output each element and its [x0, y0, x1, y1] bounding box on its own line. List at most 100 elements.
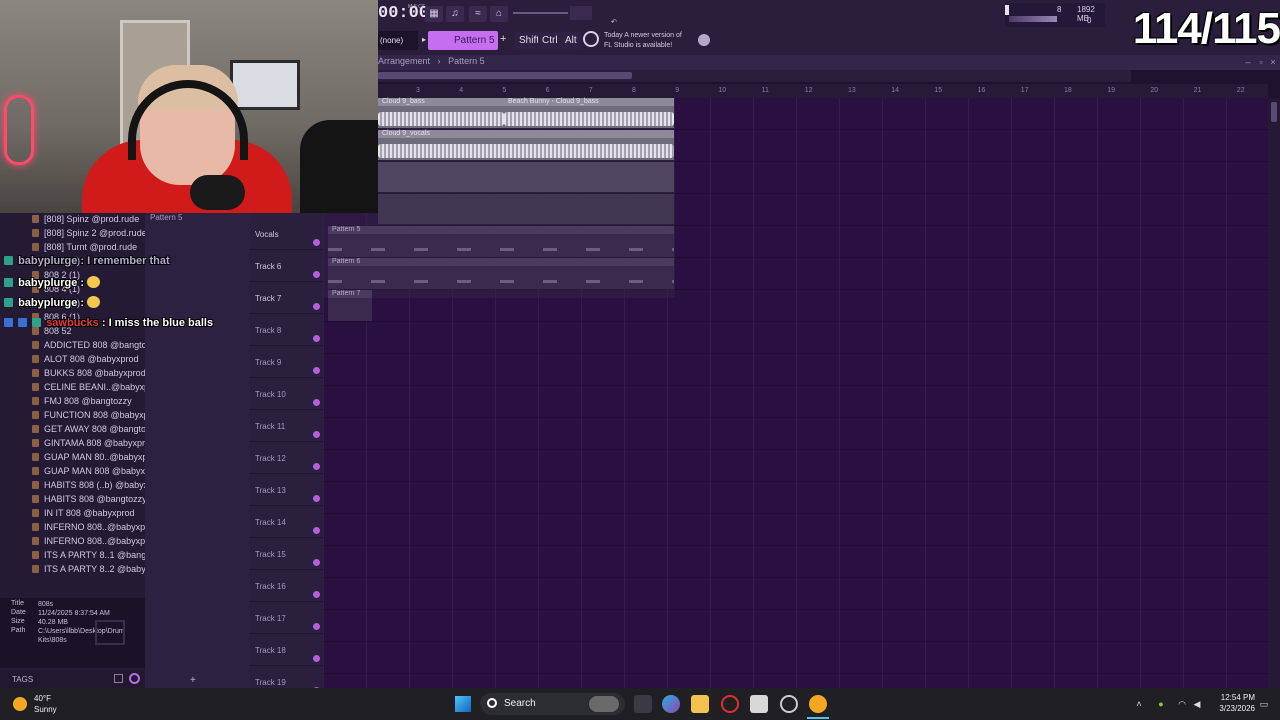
step-sequencer-icon[interactable]: ♫ — [446, 6, 464, 22]
browser-item[interactable]: GUAP MAN 808 @babyxprod — [32, 466, 163, 480]
browser-item[interactable]: GINTAMA 808 @babyxprod — [32, 438, 155, 452]
news-icon[interactable] — [583, 31, 599, 47]
browser-item[interactable]: HABITS 808 @bangtozzy — [32, 494, 147, 508]
master-volume-slider[interactable] — [513, 12, 568, 14]
audio-clip[interactable]: Cloud 9_bass — [378, 98, 504, 128]
track-mute-icon[interactable] — [313, 527, 320, 534]
track-header[interactable]: Track 12 — [250, 442, 323, 474]
weather-sun-icon[interactable] — [13, 697, 27, 711]
volume-icon[interactable]: ◀ — [1191, 698, 1203, 710]
track-mute-icon[interactable] — [313, 431, 320, 438]
track-header[interactable]: Track 7 — [250, 282, 323, 314]
obs-icon[interactable] — [780, 695, 798, 713]
track-header[interactable]: Track 11 — [250, 410, 323, 442]
audio-clip-row[interactable] — [378, 162, 674, 192]
browser-item[interactable]: FUNCTION 808 @babyxprod — [32, 410, 162, 424]
browser-item[interactable]: GET AWAY 808 @bangtozzy — [32, 424, 160, 438]
browser-item[interactable]: IN IT 808 @babyxprod — [32, 508, 135, 522]
track-mute-icon[interactable] — [313, 399, 320, 406]
master-pitch-knob[interactable] — [570, 6, 592, 20]
vertical-scroll-thumb[interactable] — [1271, 102, 1277, 122]
track-header[interactable]: Track 15 — [250, 538, 323, 570]
browser-item[interactable]: BUKKS 808 @babyxprod — [32, 368, 146, 382]
track-mute-icon[interactable] — [313, 463, 320, 470]
weather-temp[interactable]: 40°F — [34, 694, 51, 703]
add-pattern-icon[interactable]: + — [500, 33, 510, 47]
browser-item[interactable]: FMJ 808 @bangtozzy — [32, 396, 132, 410]
track-mute-icon[interactable] — [313, 559, 320, 566]
track-mute-icon[interactable] — [313, 271, 320, 278]
vertical-scrollbar[interactable] — [1268, 98, 1280, 688]
copilot-icon[interactable] — [662, 695, 680, 713]
timeline-ruler[interactable]: 3 4 5 6 7 8 9 10 11 12 13 14 15 16 17 18 19 20 21 22 — [378, 84, 1268, 98]
browser-item[interactable]: [808] Turnt @prod.rude — [32, 242, 137, 256]
weather-desc[interactable]: Sunny — [34, 705, 57, 714]
browser-item[interactable]: INFERNO 808..@babyxprod — [32, 522, 158, 536]
task-view-icon[interactable] — [634, 695, 652, 713]
ctrl-key-button[interactable]: Ctrl — [538, 32, 562, 49]
add-button[interactable]: + — [190, 675, 196, 686]
search-icon[interactable] — [129, 673, 140, 684]
track-header[interactable]: Track 9 — [250, 346, 323, 378]
track-mute-icon[interactable] — [313, 591, 320, 598]
clock-date[interactable]: 3/23/2026 — [1210, 704, 1255, 713]
minimize-icon[interactable]: – — [1243, 57, 1253, 67]
piano-roll-icon[interactable]: ▦ — [425, 6, 443, 22]
track-mute-icon[interactable] — [313, 495, 320, 502]
track-mute-icon[interactable] — [313, 623, 320, 630]
close-icon[interactable]: × — [1268, 57, 1278, 67]
pattern-clip[interactable]: Pattern 6 — [328, 258, 674, 289]
track-header[interactable]: Track 14 — [250, 506, 323, 538]
audio-clip[interactable]: Beach Bunny - Cloud 9_bass — [504, 98, 674, 128]
browser-item[interactable]: ADDICTED 808 @bangtozzy — [32, 340, 160, 354]
wifi-icon[interactable]: ◠ — [1176, 698, 1188, 710]
breadcrumb-arrangement[interactable]: Arrangement — [378, 56, 430, 66]
track-header[interactable]: Track 16 — [250, 570, 323, 602]
pattern-selector[interactable]: Pattern 5 — [428, 31, 498, 50]
horizontal-scroll-thumb[interactable] — [378, 72, 632, 79]
track-header[interactable]: Track 10 — [250, 378, 323, 410]
pattern-clip[interactable]: Pattern 7 — [328, 290, 372, 321]
browser-item[interactable]: INFERNO 808..@babyxprod — [32, 536, 158, 550]
globe-icon[interactable] — [698, 34, 710, 46]
fl-studio-icon[interactable] — [809, 695, 827, 713]
store-icon[interactable] — [750, 695, 768, 713]
microphone-icon[interactable]: ● — [1155, 698, 1167, 710]
track-header[interactable]: Track 8 — [250, 314, 323, 346]
wave-icon[interactable]: ≈ — [469, 6, 487, 22]
tray-chevron-icon[interactable]: ˄ — [1133, 698, 1145, 710]
clock-time[interactable]: 12:54 PM — [1215, 693, 1255, 702]
browser-item[interactable]: ALOT 808 @babyxprod — [32, 354, 139, 368]
browser-item[interactable]: GUAP MAN 80..@babyxprod — [32, 452, 161, 466]
opera-icon[interactable] — [721, 695, 739, 713]
metronome-icon[interactable]: ⌂ — [490, 6, 508, 22]
undo-icon[interactable]: ↶ — [611, 18, 619, 26]
channel-select[interactable]: (none) — [378, 31, 418, 50]
track-header[interactable]: Vocals — [250, 218, 323, 250]
news-panel[interactable]: Today A newer version of FL Studio is av… — [604, 31, 699, 51]
breadcrumb-pattern[interactable]: Pattern 5 — [448, 56, 485, 66]
track-header[interactable]: Track 13 — [250, 474, 323, 506]
track-mute-icon[interactable] — [313, 335, 320, 342]
taskbar-search[interactable]: Search — [480, 693, 625, 715]
browser-item[interactable]: CELINE BEANI..@babyxprod — [32, 382, 162, 396]
pattern-clip[interactable]: Pattern 5 — [328, 226, 674, 257]
track-mute-icon[interactable] — [313, 367, 320, 374]
folder-icon[interactable] — [114, 674, 123, 683]
track-header[interactable]: Track 6 — [250, 250, 323, 282]
file-explorer-icon[interactable] — [691, 695, 709, 713]
horizontal-scrollbar[interactable] — [378, 70, 1131, 82]
notification-icon[interactable]: ▭ — [1258, 698, 1270, 710]
track-header[interactable]: Track 17 — [250, 602, 323, 634]
audio-clip[interactable]: Cloud 9_vocals — [378, 130, 674, 160]
track-mute-icon[interactable] — [313, 239, 320, 246]
track-mute-icon[interactable] — [313, 655, 320, 662]
alt-key-button[interactable]: Alt — [561, 32, 581, 49]
restore-icon[interactable]: ▫ — [1256, 57, 1266, 67]
track-header[interactable]: Track 18 — [250, 634, 323, 666]
windows-start-icon[interactable] — [455, 696, 471, 712]
audio-clip-row[interactable] — [378, 194, 674, 224]
browser-item[interactable]: [808] Spinz @prod.rude — [32, 214, 139, 228]
track-mute-icon[interactable] — [313, 303, 320, 310]
browser-item[interactable]: [808] Spinz 2 @prod.rude — [32, 228, 147, 242]
